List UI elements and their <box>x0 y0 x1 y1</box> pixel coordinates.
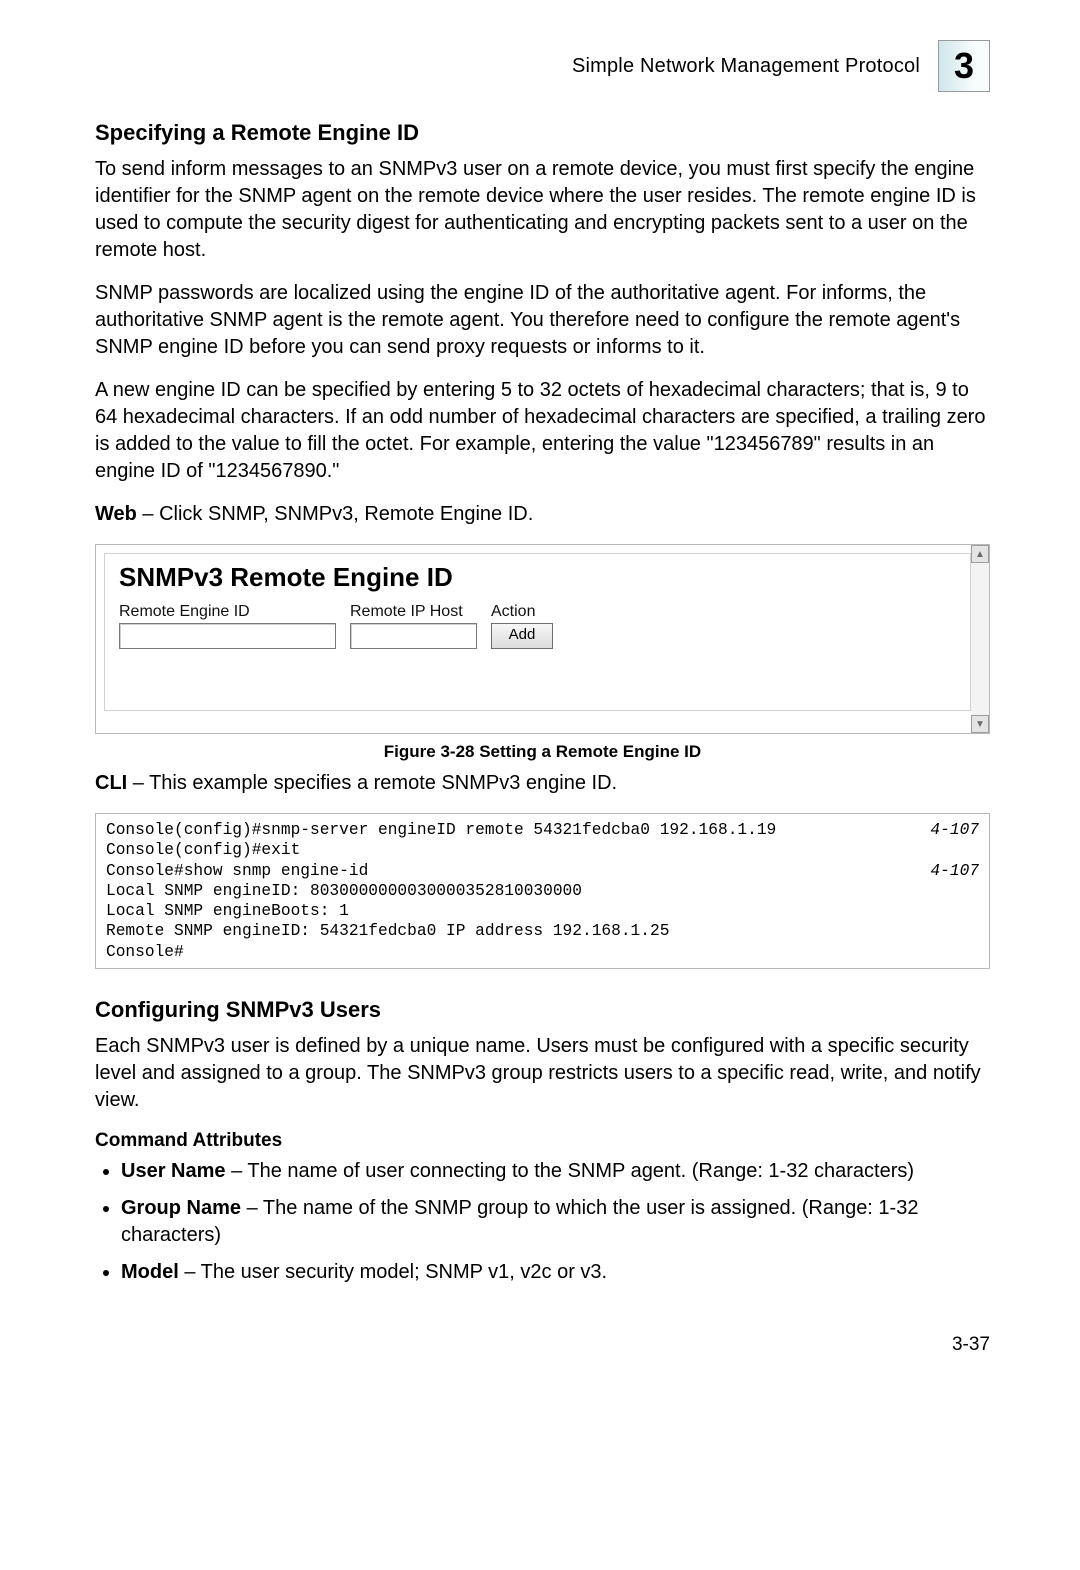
attr-text: – The user security model; SNMP v1, v2c … <box>179 1261 607 1283</box>
label-remote-engine: Remote Engine ID <box>119 603 336 621</box>
cli-line: Console(config)#exit <box>106 841 300 859</box>
figure-caption: Figure 3-28 Setting a Remote Engine ID <box>95 742 990 762</box>
section-heading-users: Configuring SNMPv3 Users <box>95 997 990 1023</box>
page-number: 3-37 <box>95 1334 990 1356</box>
scrollbar[interactable]: ▲ ▼ <box>971 545 989 733</box>
col-remote-engine: Remote Engine ID <box>119 603 336 649</box>
cli-text: – This example specifies a remote SNMPv3… <box>127 772 617 794</box>
cli-ref: 4-107 <box>930 861 979 881</box>
cli-line: Console# <box>106 943 184 961</box>
attribute-list: User Name – The name of user connecting … <box>95 1158 990 1286</box>
col-remote-ip: Remote IP Host <box>350 603 477 649</box>
web-instruction: Web – Click SNMP, SNMPv3, Remote Engine … <box>95 501 990 528</box>
label-remote-ip: Remote IP Host <box>350 603 477 621</box>
form-row: Remote Engine ID Remote IP Host Action A… <box>119 603 956 649</box>
cli-instruction: CLI – This example specifies a remote SN… <box>95 770 990 797</box>
cli-line: Console(config)#snmp-server engineID rem… <box>106 820 776 840</box>
input-remote-engine[interactable] <box>119 623 336 649</box>
paragraph: SNMP passwords are localized using the e… <box>95 280 990 361</box>
page-header: Simple Network Management Protocol 3 <box>95 40 990 92</box>
panel-title: SNMPv3 Remote Engine ID <box>119 562 956 593</box>
paragraph: A new engine ID can be specified by ente… <box>95 377 990 485</box>
command-attributes-heading: Command Attributes <box>95 1130 990 1152</box>
attr-text: – The name of the SNMP group to which th… <box>121 1197 918 1246</box>
attr-label: Model <box>121 1261 179 1283</box>
ui-screenshot: SNMPv3 Remote Engine ID Remote Engine ID… <box>95 544 990 734</box>
list-item: Model – The user security model; SNMP v1… <box>121 1259 990 1286</box>
cli-line: Local SNMP engineBoots: 1 <box>106 902 349 920</box>
col-action: Action Add <box>491 603 553 649</box>
cli-ref: 4-107 <box>930 820 979 840</box>
cli-line: Console#show snmp engine-id <box>106 861 368 881</box>
list-item: Group Name – The name of the SNMP group … <box>121 1195 990 1249</box>
add-button[interactable]: Add <box>491 623 553 649</box>
scroll-down-icon[interactable]: ▼ <box>971 715 989 733</box>
attr-label: Group Name <box>121 1197 241 1219</box>
chapter-number-box: 3 <box>938 40 990 92</box>
attr-text: – The name of user connecting to the SNM… <box>226 1160 915 1182</box>
label-action: Action <box>491 603 553 621</box>
paragraph: To send inform messages to an SNMPv3 use… <box>95 156 990 264</box>
attr-label: User Name <box>121 1160 226 1182</box>
scroll-up-icon[interactable]: ▲ <box>971 545 989 563</box>
paragraph: Each SNMPv3 user is defined by a unique … <box>95 1033 990 1114</box>
page-content: Simple Network Management Protocol 3 Spe… <box>0 0 1080 1396</box>
input-remote-ip[interactable] <box>350 623 477 649</box>
cli-label: CLI <box>95 772 127 794</box>
web-text: – Click SNMP, SNMPv3, Remote Engine ID. <box>137 503 533 525</box>
cli-line: Local SNMP engineID: 8030000000030000352… <box>106 882 582 900</box>
list-item: User Name – The name of user connecting … <box>121 1158 990 1185</box>
cli-output: Console(config)#snmp-server engineID rem… <box>95 813 990 969</box>
cli-line: Remote SNMP engineID: 54321fedcba0 IP ad… <box>106 922 669 940</box>
section-heading-remote-engine: Specifying a Remote Engine ID <box>95 120 990 146</box>
web-label: Web <box>95 503 137 525</box>
chapter-number: 3 <box>954 45 974 87</box>
ui-panel: SNMPv3 Remote Engine ID Remote Engine ID… <box>104 553 971 711</box>
header-title: Simple Network Management Protocol <box>572 55 920 78</box>
